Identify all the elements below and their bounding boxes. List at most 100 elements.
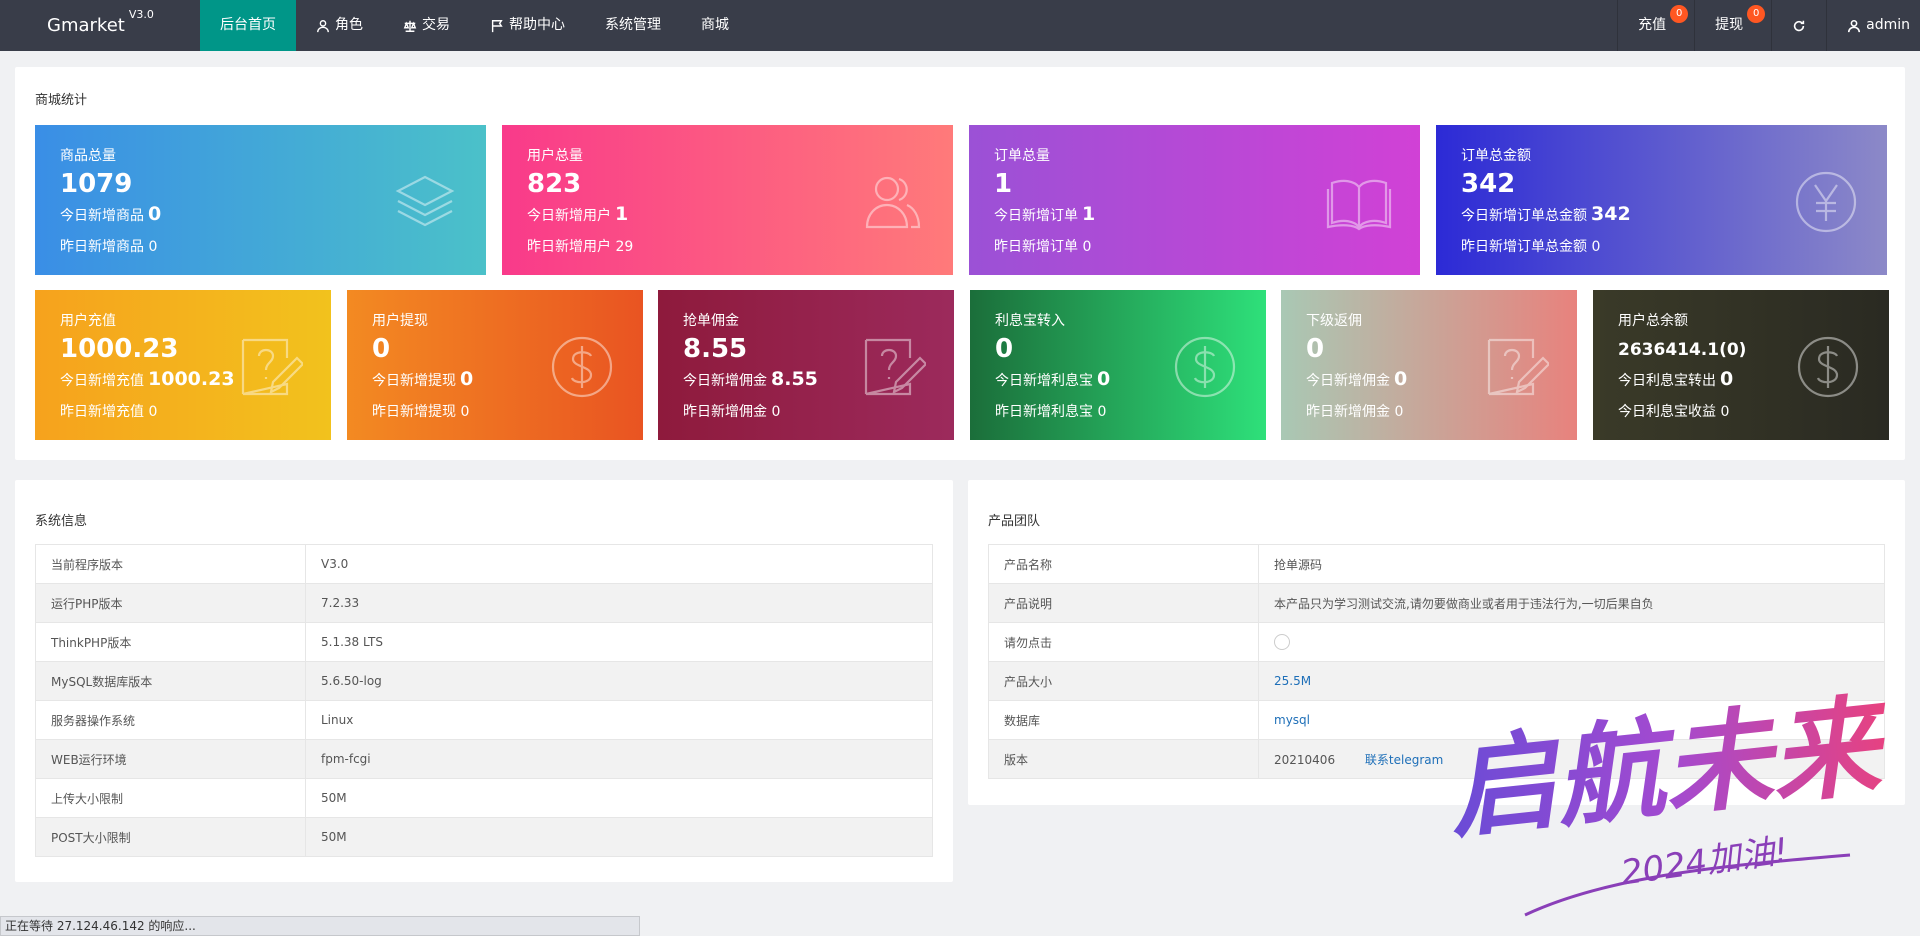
book-icon: [1326, 169, 1392, 235]
stat-title: 用户总量: [527, 148, 583, 164]
nav-item-role[interactable]: 角色: [296, 0, 383, 51]
nav-item-home[interactable]: 后台首页: [200, 0, 296, 51]
stat-today-label: 今日利息宝转出: [1618, 373, 1716, 389]
stat-today-label: 今日新增佣金: [683, 373, 767, 389]
recharge-button[interactable]: 充值 0: [1617, 0, 1694, 51]
stat-yesterday-label: 昨日新增佣金: [683, 404, 767, 420]
qr-icon[interactable]: [1274, 634, 1290, 650]
stat-card-stats_bottom-2: 抢单佣金 8.55 今日新增佣金 8.55 昨日新增佣金 0: [658, 290, 954, 440]
user-icon: [1848, 19, 1861, 32]
stat-value: 1000.23: [60, 334, 179, 364]
watermark-logo: 启航未来 2024加油!: [1442, 682, 1897, 917]
stat-yesterday-value: 0: [148, 404, 158, 420]
row-key: 产品大小: [988, 661, 1259, 701]
stat-today: 今日新增充值 1000.23: [60, 368, 235, 390]
size-link[interactable]: 25.5M: [1274, 674, 1311, 688]
stat-value: 0: [995, 334, 1014, 364]
stat-card-stats_bottom-4: 下级返佣 0 今日新增佣金 0 昨日新增佣金 0: [1281, 290, 1577, 440]
row-key: 产品名称: [988, 544, 1259, 584]
stat-title: 订单总量: [994, 148, 1050, 164]
stat-yesterday-label: 昨日新增用户: [527, 239, 611, 255]
stat-value: 2636414.1(0): [1618, 340, 1747, 360]
stat-title: 下级返佣: [1306, 313, 1362, 329]
table-row: MySQL数据库版本 5.6.50-log: [35, 661, 933, 701]
nav-item-system[interactable]: 系统管理: [585, 0, 681, 51]
table-row: 产品名称 抢单源码: [988, 544, 1885, 584]
nav-item-label: 系统管理: [605, 17, 661, 33]
table-row: 上传大小限制 50M: [35, 778, 933, 818]
row-key: 当前程序版本: [35, 544, 306, 584]
stat-today-value: 1: [615, 203, 629, 225]
stat-yesterday-value: 29: [615, 239, 634, 255]
stat-today: 今日新增利息宝 0: [995, 368, 1110, 390]
table-row: POST大小限制 50M: [35, 817, 933, 857]
nav-item-trade[interactable]: 交易: [383, 0, 470, 51]
table-row: 服务器操作系统 Linux: [35, 700, 933, 740]
stat-title: 用户充值: [60, 313, 116, 329]
stat-yesterday: 昨日新增佣金 0: [1306, 401, 1403, 421]
stat-yesterday-label: 昨日新增订单总金额: [1461, 239, 1587, 255]
yen-icon: [1793, 169, 1859, 235]
brand-logo[interactable]: GmarketV3.0: [47, 8, 154, 36]
nav-item-help[interactable]: 帮助中心: [470, 0, 585, 51]
table-row: 当前程序版本 V3.0: [35, 544, 933, 584]
main-nav: 后台首页 角色 交易 帮助中心 系统管理 商城: [200, 0, 749, 51]
refresh-icon: [1793, 20, 1805, 31]
stat-today-label: 今日新增提现: [372, 373, 456, 389]
stat-value: 1079: [60, 169, 133, 199]
stat-yesterday-value: 0: [148, 239, 158, 255]
db-link[interactable]: mysql: [1274, 713, 1310, 727]
stat-today-value: 0: [1720, 368, 1734, 390]
refresh-button[interactable]: [1771, 0, 1826, 51]
edit-note-icon: [860, 334, 928, 400]
stat-yesterday: 昨日新增充值 0: [60, 401, 157, 421]
row-key: 上传大小限制: [35, 778, 306, 818]
row-key: ThinkPHP版本: [35, 622, 306, 662]
stat-value: 823: [527, 169, 582, 199]
row-value: fpm-fcgi: [305, 739, 933, 779]
stat-card-stats_top-2: 订单总量 1 今日新增订单 1 昨日新增订单 0: [969, 125, 1420, 275]
stat-yesterday-value: 0: [1591, 239, 1601, 255]
stat-today: 今日新增订单 1: [994, 203, 1095, 225]
table-row: 请勿点击: [988, 622, 1885, 662]
stat-title: 用户总余额: [1618, 313, 1688, 329]
stat-title: 抢单佣金: [683, 313, 739, 329]
system-info-card: 系统信息 当前程序版本 V3.0 运行PHP版本 7.2.33 ThinkPHP版本 5.…: [15, 480, 953, 882]
user-menu[interactable]: admin: [1826, 0, 1920, 51]
right-nav: 充值 0 提现 0 admin: [1617, 0, 1920, 51]
withdraw-label: 提现: [1715, 17, 1744, 33]
nav-item-label: 交易: [422, 17, 450, 33]
recharge-label: 充值: [1638, 17, 1667, 33]
row-key: 版本: [988, 739, 1259, 779]
stat-yesterday-value: 0: [1097, 404, 1107, 420]
nav-item-label: 角色: [335, 17, 363, 33]
stat-today-label: 今日新增订单: [994, 208, 1078, 224]
stat-yesterday-value: 0: [1082, 239, 1092, 255]
stat-yesterday: 昨日新增提现 0: [372, 401, 469, 421]
stat-card-stats_top-0: 商品总量 1079 今日新增商品 0 昨日新增商品 0: [35, 125, 486, 275]
nav-item-label: 帮助中心: [509, 17, 565, 33]
row-value: 本产品只为学习测试交流,请勿要做商业或者用于违法行为,一切后果自负: [1258, 583, 1885, 623]
layers-icon: [392, 169, 458, 235]
row-key: WEB运行环境: [35, 739, 306, 779]
withdraw-button[interactable]: 提现 0: [1694, 0, 1771, 51]
row-value: Linux: [305, 700, 933, 740]
stat-yesterday-label: 昨日新增提现: [372, 404, 456, 420]
stat-today-value: 0: [1097, 368, 1111, 390]
dollar-icon: [1795, 334, 1861, 400]
stat-today: 今日利息宝转出 0: [1618, 368, 1733, 390]
row-key: 产品说明: [988, 583, 1259, 623]
stat-card-stats_bottom-1: 用户提现 0 今日新增提现 0 昨日新增提现 0: [347, 290, 643, 440]
stat-today-value: 0: [148, 203, 162, 225]
nav-item-mall[interactable]: 商城: [681, 0, 749, 51]
top-navbar: GmarketV3.0 后台首页 角色 交易 帮助中心 系统管理 商城 充值 0: [0, 0, 1920, 51]
stat-value: 0: [372, 334, 391, 364]
stat-yesterday: 昨日新增商品 0: [60, 236, 157, 256]
scale-icon: [403, 20, 417, 32]
stat-yesterday: 昨日新增利息宝 0: [995, 401, 1106, 421]
dollar-icon: [549, 334, 615, 400]
stat-today: 今日新增用户 1: [527, 203, 628, 225]
row-value: 抢单源码: [1258, 544, 1885, 584]
stat-today: 今日新增订单总金额 342: [1461, 203, 1631, 225]
stat-yesterday: 今日利息宝收益 0: [1618, 401, 1729, 421]
